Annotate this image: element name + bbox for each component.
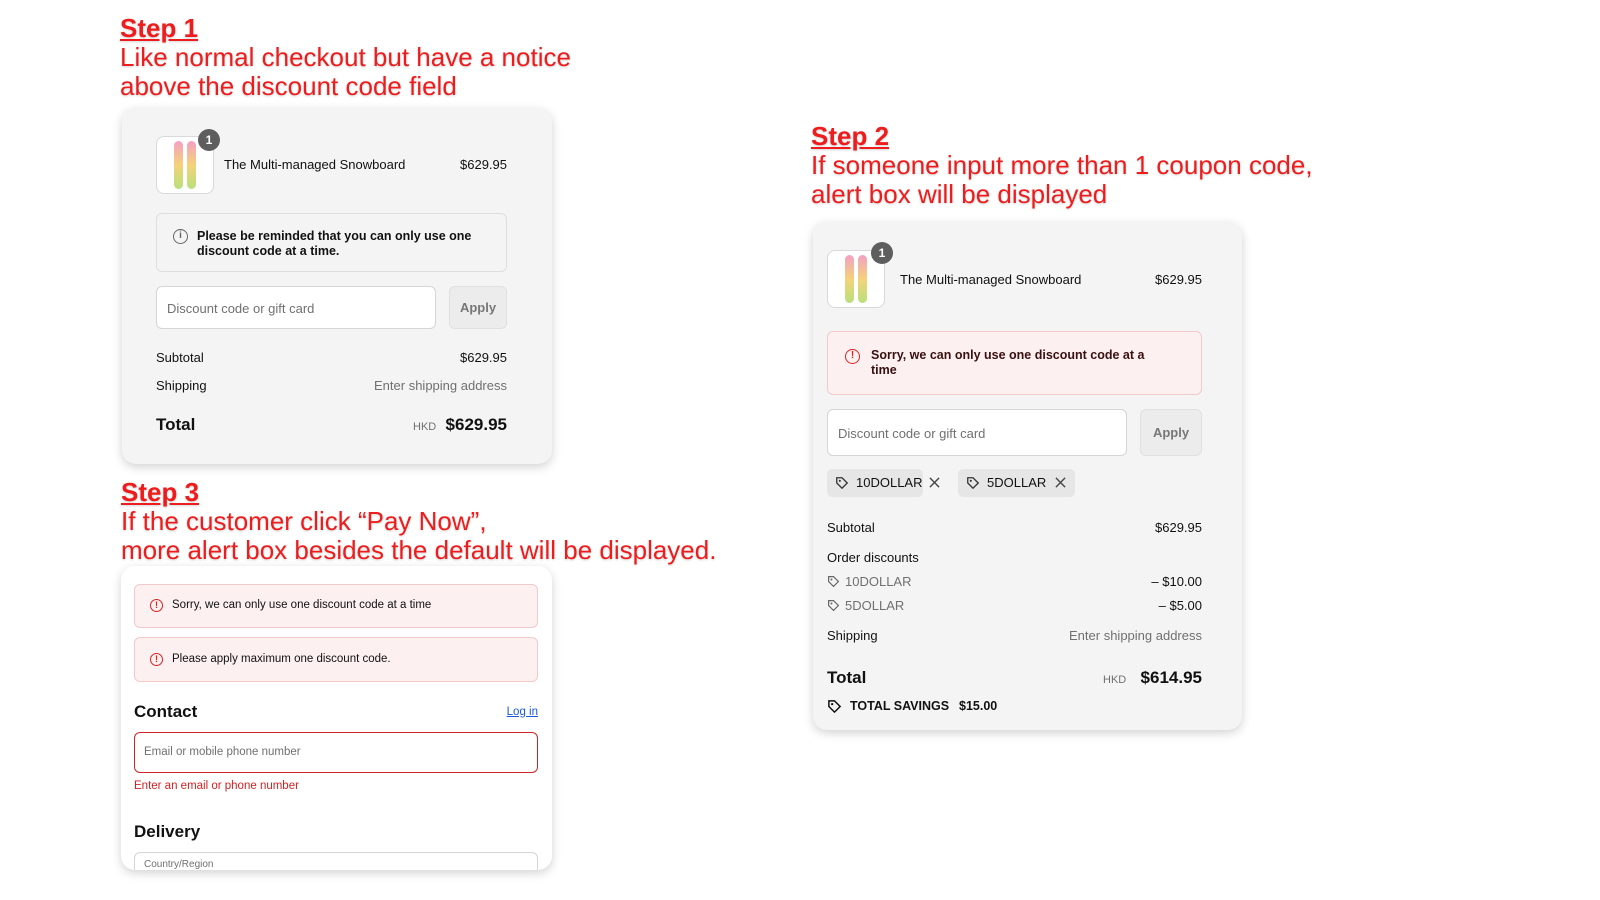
discount-code-input[interactable]: Discount code or gift card <box>827 409 1127 456</box>
alert-text: Sorry, we can only use one discount code… <box>871 348 1145 377</box>
total-value: $629.95 <box>445 415 507 434</box>
subtotal-label: Subtotal <box>827 520 875 535</box>
country-select[interactable]: Country/Region <box>134 852 538 870</box>
step3-line-2: more alert box besides the default will … <box>121 535 717 565</box>
alert-max-one-code: ! Please apply maximum one discount code… <box>134 637 538 682</box>
contact-heading: Contact <box>134 702 198 721</box>
discount-notice-text: Please be reminded that you can only use… <box>197 229 472 258</box>
step3-annotation: Step 3 If the customer click “Pay Now”, … <box>121 478 716 565</box>
step3-heading: Step 3 <box>121 477 200 507</box>
email-placeholder: Email or mobile phone number <box>144 746 301 758</box>
alert-circle-icon: ! <box>150 653 163 666</box>
currency-code: HKD <box>1103 674 1127 686</box>
alert-text: Sorry, we can only use one discount code… <box>172 599 432 611</box>
tag-code: 10DOLLAR <box>856 475 923 490</box>
tag-icon <box>828 576 840 588</box>
tag-icon <box>967 477 980 490</box>
total-label: Total <box>827 668 867 687</box>
snowboard-image <box>174 141 183 189</box>
currency-code: HKD <box>413 421 437 433</box>
step2-annotation: Step 2 If someone input more than 1 coup… <box>811 122 1313 209</box>
snowboard-image <box>845 255 854 303</box>
order-summary-card-step2: 1 The Multi-managed Snowboard $629.95 ! … <box>813 222 1242 730</box>
total-value: $614.95 <box>1140 668 1202 687</box>
discount-code-placeholder: Discount code or gift card <box>167 301 315 316</box>
tag-icon <box>828 600 840 612</box>
total-savings-value: $15.00 <box>959 699 998 713</box>
discount-amount: – $10.00 <box>1151 574 1202 589</box>
tag-icon <box>836 477 849 490</box>
applied-code-tag: 10DOLLAR <box>827 469 940 497</box>
tag-icon <box>828 700 842 714</box>
step1-heading: Step 1 <box>120 13 199 43</box>
step3-line-1: If the customer click “Pay Now”, <box>121 506 487 536</box>
login-link[interactable]: Log in <box>507 706 538 718</box>
discount-notice: i Please be reminded that you can only u… <box>156 213 507 272</box>
multiple-code-alert: ! Sorry, we can only use one discount co… <box>827 331 1202 395</box>
step1-annotation: Step 1 Like normal checkout but have a n… <box>120 14 571 101</box>
close-icon[interactable] <box>1055 477 1066 488</box>
step2-heading: Step 2 <box>811 121 890 151</box>
product-price: $629.95 <box>460 157 507 172</box>
subtotal-value: $629.95 <box>460 350 507 365</box>
quantity-badge: 1 <box>871 242 893 264</box>
quantity-badge: 1 <box>198 129 220 151</box>
product-name: The Multi-managed Snowboard <box>224 157 406 172</box>
discount-code-placeholder: Discount code or gift card <box>838 426 986 441</box>
product-price: $629.95 <box>1155 272 1202 287</box>
step1-line-2: above the discount code field <box>120 71 457 101</box>
step1-line-1: Like normal checkout but have a notice <box>120 42 571 72</box>
snowboard-image <box>858 255 867 303</box>
total-label: Total <box>156 415 196 434</box>
country-label: Country/Region <box>144 859 214 870</box>
subtotal-label: Subtotal <box>156 350 204 365</box>
order-discounts-label: Order discounts <box>827 550 919 565</box>
apply-button[interactable]: Apply <box>1140 409 1202 456</box>
shipping-value: Enter shipping address <box>1069 628 1202 643</box>
applied-code-tag: 5DOLLAR <box>958 469 1075 497</box>
close-icon[interactable] <box>929 477 940 488</box>
apply-button[interactable]: Apply <box>449 286 507 329</box>
discount-code-input[interactable]: Discount code or gift card <box>156 286 436 329</box>
discount-amount: – $5.00 <box>1158 598 1202 613</box>
order-summary-card-step1: 1 The Multi-managed Snowboard $629.95 i … <box>122 108 552 464</box>
shipping-value: Enter shipping address <box>374 378 507 393</box>
alert-text: Please apply maximum one discount code. <box>172 653 391 665</box>
shipping-label: Shipping <box>827 628 878 643</box>
shipping-label: Shipping <box>156 378 207 393</box>
product-name: The Multi-managed Snowboard <box>900 272 1082 287</box>
email-field[interactable]: Email or mobile phone number <box>134 732 538 773</box>
discount-code-row: 10DOLLAR <box>845 574 912 589</box>
tag-code: 5DOLLAR <box>987 475 1047 490</box>
alert-one-code: ! Sorry, we can only use one discount co… <box>134 584 538 628</box>
info-circle-icon: i <box>173 229 188 244</box>
step2-line-1: If someone input more than 1 coupon code… <box>811 150 1313 180</box>
discount-code-row: 5DOLLAR <box>845 598 905 613</box>
delivery-heading: Delivery <box>134 822 201 841</box>
alert-circle-icon: ! <box>845 349 860 364</box>
email-error: Enter an email or phone number <box>134 780 299 792</box>
subtotal-value: $629.95 <box>1155 520 1202 535</box>
step2-line-2: alert box will be displayed <box>811 179 1108 209</box>
checkout-form-step3: ! Sorry, we can only use one discount co… <box>121 566 552 870</box>
snowboard-image <box>187 141 196 189</box>
alert-circle-icon: ! <box>150 599 163 612</box>
total-savings-label: TOTAL SAVINGS <box>850 699 950 713</box>
